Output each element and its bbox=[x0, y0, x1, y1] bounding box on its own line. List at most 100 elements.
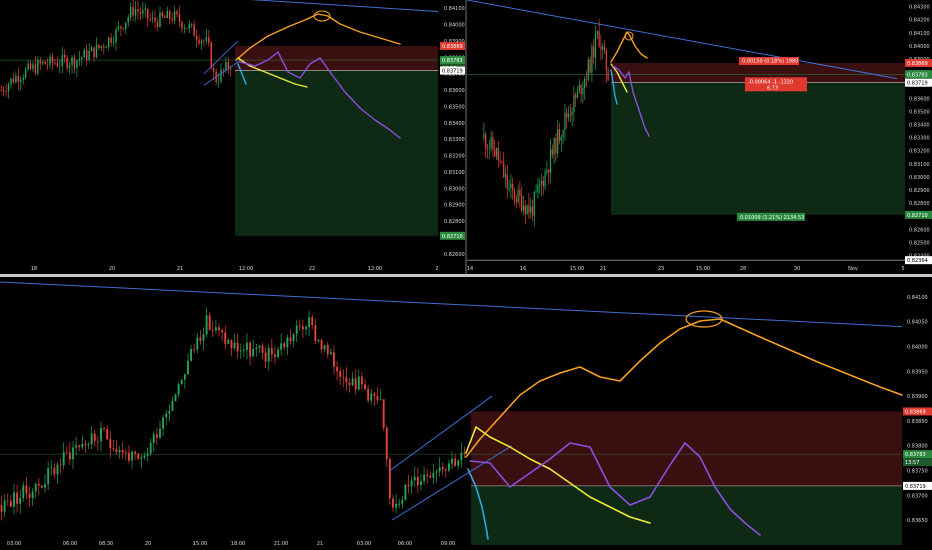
candle-body bbox=[190, 23, 193, 25]
candle-body bbox=[65, 452, 68, 453]
price-axis-label: 0.83500 bbox=[444, 104, 465, 110]
candle-body bbox=[575, 94, 577, 98]
candle-body bbox=[549, 149, 552, 173]
candle-body bbox=[420, 481, 422, 486]
candle-body bbox=[410, 480, 413, 487]
price-axis-label: 0.83850 bbox=[907, 419, 928, 425]
time-axis-label: 03:00 bbox=[357, 541, 371, 547]
time-axis-label: 15:00 bbox=[696, 266, 710, 272]
candle-body bbox=[539, 184, 541, 186]
price-axis-label: 0.83400 bbox=[909, 122, 930, 128]
time-axis-label: Nov bbox=[848, 266, 858, 272]
candle-body bbox=[364, 384, 366, 390]
candle-body bbox=[560, 136, 562, 141]
candle-body bbox=[593, 46, 595, 58]
trendline bbox=[249, 0, 439, 12]
candle-body bbox=[106, 428, 109, 440]
price-axis-label: 0.83600 bbox=[909, 96, 930, 102]
candle-body bbox=[495, 147, 498, 157]
candle-body bbox=[292, 333, 295, 342]
candle-body bbox=[198, 39, 200, 44]
chart-svg-top-left: 0.841000.840000.839000.838000.837000.836… bbox=[0, 0, 465, 272]
candle-body bbox=[261, 345, 264, 353]
candle-body bbox=[164, 16, 166, 18]
candle-body bbox=[429, 475, 432, 478]
candle-body bbox=[212, 68, 215, 72]
chart-panel-bottom[interactable]: 0.84100 0.84050 0.84000 0.83950 0.83900 0.838… bbox=[0, 277, 932, 550]
candle-body bbox=[143, 455, 146, 458]
candle-body bbox=[580, 84, 582, 94]
chart-panel-top-right[interactable]: 0.843000.842000.841000.840000.839000.838… bbox=[467, 0, 932, 274]
candle-body bbox=[211, 329, 214, 331]
time-axis-label: 06:00 bbox=[398, 541, 412, 547]
candle-body bbox=[246, 342, 248, 350]
candle-body bbox=[83, 49, 85, 58]
candle-body bbox=[132, 7, 134, 16]
candle-body bbox=[354, 378, 357, 390]
candle-body bbox=[81, 443, 84, 448]
candle-body bbox=[367, 389, 370, 401]
candle-body bbox=[329, 352, 332, 355]
candle-body bbox=[29, 63, 32, 69]
candle-body bbox=[230, 339, 233, 349]
candle-body bbox=[203, 40, 205, 42]
candle-body bbox=[569, 114, 571, 116]
time-axis-label: 12:00 bbox=[239, 266, 253, 272]
take-profit-zone bbox=[235, 70, 438, 236]
candle-body bbox=[587, 59, 589, 80]
time-axis-label: 21 bbox=[177, 266, 183, 272]
candle-body bbox=[280, 343, 283, 350]
candle-body bbox=[112, 448, 115, 450]
candle-body bbox=[320, 339, 323, 350]
time-axis-label: 16 bbox=[520, 266, 526, 272]
price-axis-label: 0.83100 bbox=[444, 170, 465, 176]
price-axis-label: 0.83200 bbox=[909, 149, 930, 155]
candle-body bbox=[41, 485, 43, 488]
candle-body bbox=[576, 90, 579, 98]
candle-body bbox=[2, 90, 5, 92]
candle-body bbox=[28, 493, 31, 499]
candle-body bbox=[441, 467, 444, 470]
tag-last-price: 0.83783 bbox=[907, 72, 928, 78]
candle-body bbox=[382, 399, 385, 428]
candle-body bbox=[78, 445, 81, 448]
candle-body bbox=[205, 37, 208, 41]
candle-body bbox=[513, 190, 516, 200]
chart-panel-top-left[interactable]: 0.841000.840000.839000.838000.837000.836… bbox=[0, 0, 465, 274]
candle-body bbox=[298, 325, 301, 327]
candle-body bbox=[286, 337, 289, 348]
candle-body bbox=[503, 162, 505, 178]
candle-body bbox=[34, 483, 37, 492]
time-axis-label: 23 bbox=[658, 266, 664, 272]
candle-body bbox=[125, 22, 127, 30]
candle-body bbox=[336, 366, 339, 372]
position-ratio-label: 6.73 bbox=[767, 85, 778, 91]
candle-body bbox=[264, 352, 267, 362]
candle-body bbox=[188, 24, 190, 29]
candle-body bbox=[134, 9, 137, 16]
candle-body bbox=[51, 56, 54, 63]
candle-body bbox=[255, 347, 258, 349]
candle-body bbox=[526, 205, 528, 214]
candle-body bbox=[463, 452, 466, 454]
candle-body bbox=[208, 37, 210, 43]
candle-body bbox=[147, 8, 149, 19]
price-axis-label: 0.84000 bbox=[444, 23, 465, 29]
candle-body bbox=[120, 26, 122, 29]
candle-body bbox=[112, 42, 115, 43]
price-axis-label: 0.83000 bbox=[444, 186, 465, 192]
candle-body bbox=[75, 445, 78, 448]
candle-body bbox=[152, 434, 155, 443]
candle-body bbox=[210, 42, 212, 69]
price-axis-label: 0.83700 bbox=[907, 493, 928, 499]
candle-body bbox=[22, 77, 24, 80]
candle-body bbox=[129, 7, 132, 18]
candle-body bbox=[181, 21, 183, 29]
candle-body bbox=[438, 467, 441, 472]
candle-body bbox=[423, 474, 425, 482]
candle-body bbox=[168, 11, 171, 19]
highlight-circle bbox=[624, 31, 634, 41]
candle-body bbox=[546, 170, 548, 172]
candle-body bbox=[385, 427, 388, 460]
candle-body bbox=[137, 9, 139, 12]
